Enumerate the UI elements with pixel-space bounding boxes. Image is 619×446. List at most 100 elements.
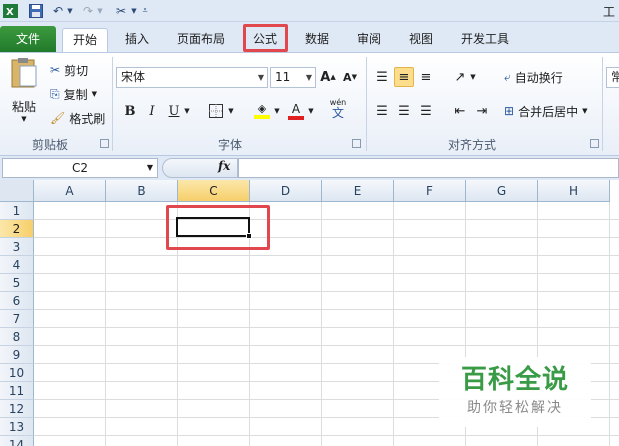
copy-label: 复制 (63, 87, 88, 102)
row-header-11[interactable]: 11 (0, 382, 34, 400)
separator (366, 57, 367, 151)
name-box[interactable]: C2 ▼ (2, 158, 158, 178)
row-gridline (34, 435, 619, 436)
tab-insert[interactable]: 插入 (116, 28, 158, 52)
tab-data[interactable]: 数据 (296, 28, 338, 52)
row-header-5[interactable]: 5 (0, 274, 34, 292)
underline-icon[interactable]: U (164, 101, 184, 121)
merge-center-label: 合并后居中 (518, 104, 579, 119)
formulas-tab-highlight (243, 24, 288, 52)
align-center-icon[interactable]: ☰ (394, 101, 414, 121)
fill-color-dropdown-icon[interactable]: ▼ (272, 101, 282, 121)
clipboard-launcher-icon[interactable] (100, 139, 109, 148)
row-header-7[interactable]: 7 (0, 310, 34, 328)
insert-function-icon[interactable]: fx (218, 159, 230, 173)
save-icon[interactable] (28, 3, 44, 19)
font-name-value: 宋体 (121, 70, 146, 84)
row-header-12[interactable]: 12 (0, 400, 34, 418)
column-header-d[interactable]: D (250, 180, 322, 202)
font-color-dropdown-icon[interactable]: ▼ (306, 101, 316, 121)
tab-developer[interactable]: 开发工具 (452, 28, 518, 52)
tab-review[interactable]: 审阅 (348, 28, 390, 52)
fill-color-icon[interactable]: ◈ (252, 101, 272, 121)
row-header-13[interactable]: 13 (0, 418, 34, 436)
clipboard-group-label: 剪贴板 (31, 138, 68, 152)
wrap-text-icon: ⤶ (504, 69, 511, 84)
row-header-3[interactable]: 3 (0, 238, 34, 256)
decrease-indent-icon[interactable]: ⇤ (450, 101, 470, 121)
font-color-icon[interactable]: A (286, 101, 306, 121)
align-right-icon[interactable]: ☰ (416, 101, 436, 121)
row-header-2[interactable]: 2 (0, 220, 34, 238)
row-header-9[interactable]: 9 (0, 346, 34, 364)
chevron-down-icon: ▼ (257, 73, 264, 82)
paste-label: 粘贴 (11, 100, 36, 114)
borders-icon[interactable] (206, 101, 226, 121)
merge-icon: ⊞ (504, 104, 515, 118)
column-header-h[interactable]: H (538, 180, 610, 202)
column-header-b[interactable]: B (106, 180, 178, 202)
increase-indent-icon[interactable]: ⇥ (472, 101, 492, 121)
tab-home[interactable]: 开始 (62, 28, 108, 52)
cut-label: 剪切 (64, 63, 89, 78)
align-top-icon[interactable]: ☰ (372, 67, 392, 87)
row-gridline (34, 291, 619, 292)
alignment-launcher-icon[interactable] (590, 139, 599, 148)
font-size-select[interactable]: 11 ▼ (270, 67, 316, 88)
separator (602, 57, 603, 151)
tab-page-layout[interactable]: 页面布局 (168, 28, 234, 52)
paste-button[interactable]: 粘贴 ▼ (6, 57, 42, 123)
copy-button[interactable]: ⎘ 复制 ▼ (50, 85, 97, 103)
merge-dropdown-icon: ▼ (582, 107, 588, 115)
wrap-text-button[interactable]: ⤶ 自动换行 (504, 67, 563, 87)
row-header-6[interactable]: 6 (0, 292, 34, 310)
row-header-10[interactable]: 10 (0, 364, 34, 382)
tools-dropdown-icon[interactable]: ▼ (130, 3, 138, 19)
align-middle-icon[interactable]: ≡ (394, 67, 414, 87)
row-header-8[interactable]: 8 (0, 328, 34, 346)
grow-font-icon[interactable]: A ▲ (318, 67, 338, 87)
select-all-corner[interactable] (0, 180, 34, 202)
font-launcher-icon[interactable] (352, 139, 361, 148)
row-header-4[interactable]: 4 (0, 256, 34, 274)
customize-qat-icon[interactable]: ⩡ (140, 3, 150, 19)
phonetic-guide-icon[interactable]: wén 文 (326, 98, 350, 120)
borders-dropdown-icon[interactable]: ▼ (226, 101, 236, 121)
font-name-select[interactable]: 宋体 ▼ (116, 67, 268, 88)
italic-icon[interactable]: I (142, 101, 162, 121)
column-header-e[interactable]: E (322, 180, 394, 202)
chevron-down-icon: ▼ (305, 73, 312, 82)
quick-access-toolbar: X ↶ ▼ ↷ ▼ ✂ ▼ ⩡ 工 (0, 0, 619, 22)
undo-dropdown-icon[interactable]: ▼ (66, 3, 74, 19)
align-left-icon[interactable]: ☰ (372, 101, 392, 121)
wrap-text-label: 自动换行 (514, 70, 563, 85)
column-header-c[interactable]: C (178, 180, 250, 202)
redo-icon[interactable]: ↷ (80, 3, 96, 19)
shrink-font-icon[interactable]: A ▼ (340, 67, 360, 87)
tab-view[interactable]: 视图 (400, 28, 442, 52)
bold-icon[interactable]: B (120, 101, 140, 121)
orientation-dropdown-icon[interactable]: ▼ (468, 67, 478, 87)
merge-center-button[interactable]: ⊞ 合并后居中 ▼ (504, 101, 587, 121)
name-box-value: C2 (71, 161, 88, 175)
column-header-a[interactable]: A (34, 180, 106, 202)
row-gridline (34, 273, 619, 274)
column-gridline (393, 202, 394, 446)
formula-input[interactable] (238, 158, 619, 178)
row-header-14[interactable]: 14 (0, 436, 34, 446)
align-bottom-icon[interactable]: ≡ (416, 67, 436, 87)
row-gridline (34, 255, 619, 256)
underline-dropdown-icon[interactable]: ▼ (182, 101, 192, 121)
redo-dropdown-icon[interactable]: ▼ (96, 3, 104, 19)
tools-icon[interactable]: ✂ (112, 3, 130, 19)
number-format-select[interactable]: 常 (606, 67, 619, 88)
column-gridline (105, 202, 106, 446)
tab-file[interactable]: 文件 (0, 26, 56, 52)
column-header-f[interactable]: F (394, 180, 466, 202)
column-header-g[interactable]: G (466, 180, 538, 202)
row-header-1[interactable]: 1 (0, 202, 34, 220)
cut-button[interactable]: ✂ 剪切 (50, 61, 88, 79)
format-painter-button[interactable]: 🖌 格式刷 (50, 109, 105, 127)
orientation-icon[interactable]: ↗ (450, 67, 470, 87)
undo-icon[interactable]: ↶ (50, 3, 66, 19)
